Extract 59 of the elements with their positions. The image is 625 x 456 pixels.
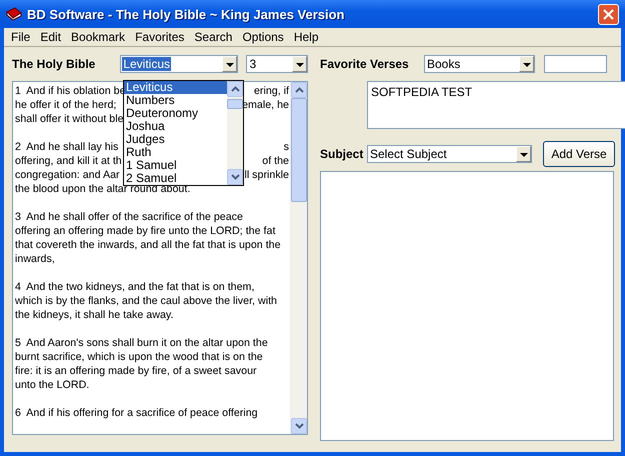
scroll-up-icon[interactable]: [291, 82, 307, 98]
menu-item[interactable]: Edit: [35, 30, 66, 44]
verse-text: 4 And the two kidneys, and the fat that is on them,: [15, 280, 254, 294]
section-label: Favorite Verses: [320, 57, 410, 71]
verse-text: 2 And he shall lay his: [15, 140, 118, 154]
menu-item[interactable]: Help: [288, 30, 324, 44]
input-field[interactable]: [544, 55, 607, 73]
subject-label: Subject: [320, 147, 364, 161]
verse-text: shall offer it without ble: [15, 112, 124, 126]
note-text-box[interactable]: SOFTPEDIA TEST: [367, 81, 625, 129]
verse-text: ll sprinkle: [244, 168, 289, 182]
verse-text: the kidneys, it shall he take away.: [15, 308, 174, 322]
chapter-dropdown[interactable]: 3: [246, 55, 308, 73]
subject-dropdown[interactable]: Select Subject: [367, 145, 532, 163]
verse-text: the blood upon the altar round about.: [15, 182, 190, 196]
verse-text: unto the LORD.: [15, 378, 90, 392]
list-item[interactable]: Joshua: [124, 120, 227, 133]
books-dropdown[interactable]: Books: [424, 55, 535, 73]
verse-text: 3 And he shall offer of the sacrifice of the peace: [15, 210, 243, 224]
scroll-down-icon[interactable]: [227, 169, 243, 185]
verse-text: congregation: and Aar: [15, 168, 120, 182]
scroll-down-icon[interactable]: [291, 418, 307, 434]
verse-text: he offer it of the herd;: [15, 98, 116, 112]
list-item[interactable]: Judges: [124, 133, 227, 146]
section-label: The Holy Bible: [11, 57, 96, 71]
scroll-up-icon[interactable]: [227, 81, 243, 97]
menu-item[interactable]: Favorites: [130, 30, 190, 44]
verse-text: s: [284, 140, 289, 154]
verse-text: which is by the flanks, and the caul above the liver, with: [15, 294, 277, 308]
close-button[interactable]: [598, 4, 619, 24]
verse-text: 5 And Aaron's sons shall burn it on the altar upon the: [15, 336, 268, 350]
window-title: BD Software - The Holy Bible ~ King James Version: [27, 6, 346, 22]
close-icon: [603, 8, 614, 20]
scroll-thumb[interactable]: [227, 99, 243, 109]
add-verse-button[interactable]: Add Verse: [543, 141, 615, 167]
list-item[interactable]: Numbers: [124, 94, 227, 107]
list-item[interactable]: Ruth: [124, 146, 227, 159]
menu-item[interactable]: Bookmark: [66, 30, 130, 44]
verse-text: that covereth the inwards, and all the fat that is upon the: [15, 238, 281, 252]
menu-item[interactable]: Options: [237, 30, 289, 44]
verse-text: 6 And if his offering for a sacrifice of peace offering: [15, 406, 258, 420]
scroll-thumb[interactable]: [291, 98, 307, 202]
verse-text: inwards,: [15, 252, 55, 266]
verse-text: fire: it is an offering made by fire, of a sweet savour: [15, 364, 257, 378]
scrollbar[interactable]: [290, 82, 307, 434]
list-item[interactable]: 1 Samuel: [124, 159, 227, 172]
verse-text: offering, and kill it at th: [15, 154, 122, 168]
verse-text: ering, if: [254, 84, 289, 98]
verse-text: of the: [262, 154, 289, 168]
book-icon: [6, 7, 22, 21]
scrollbar[interactable]: [227, 81, 243, 185]
menu-item[interactable]: Search: [189, 30, 238, 44]
menu-item[interactable]: File: [6, 30, 36, 44]
list-item[interactable]: Leviticus: [124, 81, 227, 94]
verse-text: burnt sacrifice, which is upon the wood that is on the: [15, 350, 263, 364]
book-dropdown[interactable]: Leviticus: [120, 55, 238, 73]
verse-text: offering an offering made by fire unto the LORD; the fat: [15, 224, 276, 238]
list-item[interactable]: Deuteronomy: [124, 107, 227, 120]
list-item[interactable]: 2 Samuel: [124, 172, 227, 185]
